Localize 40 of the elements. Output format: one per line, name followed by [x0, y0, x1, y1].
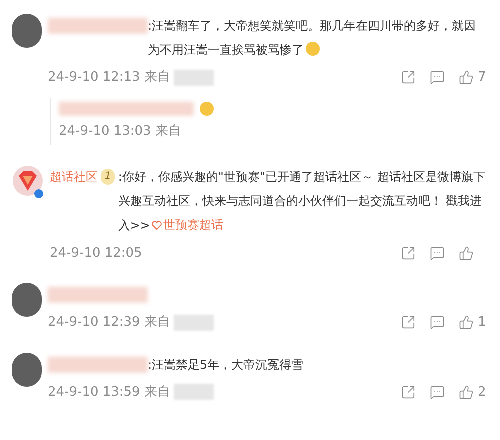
- comment-text: :你好，你感兴趣的"世预赛"已开通了超话社区～ 超话社区是微博旗下兴趣互动社区，快来与志同道合的小伙伴们一起交流互动吧！ 戳我进入>> 世预赛超话: [118, 165, 488, 238]
- like-icon[interactable]: [459, 246, 474, 261]
- like-count: 1: [478, 314, 486, 332]
- emoji-icon: [200, 102, 214, 116]
- comment-icon[interactable]: [430, 315, 445, 330]
- like-icon[interactable]: [459, 315, 474, 330]
- comment-date: 24-9-10 12:13: [48, 69, 140, 87]
- like-icon[interactable]: [459, 384, 474, 400]
- blurred-location: [174, 384, 214, 400]
- gem-logo-icon: [12, 165, 44, 199]
- comment-date: 24-9-10 12:39: [48, 314, 140, 332]
- username-link[interactable]: 超话社区: [50, 165, 98, 189]
- comment-date: 24-9-10 12:05: [50, 244, 142, 262]
- avatar-placeholder: [12, 283, 42, 317]
- blurred-location: [174, 70, 214, 86]
- blurred-location: [174, 314, 214, 331]
- avatar-placeholder: [12, 14, 42, 48]
- heart-icon: [152, 220, 162, 230]
- like-icon[interactable]: [459, 70, 474, 86]
- emoji-icon: [306, 42, 320, 56]
- like-count: 7: [478, 69, 486, 87]
- share-icon[interactable]: [401, 70, 416, 86]
- comment-icon[interactable]: [430, 70, 445, 86]
- comment-text: :汪嵩禁足5年，大帝沉冤得雪: [148, 356, 305, 374]
- share-icon[interactable]: [401, 315, 416, 330]
- source-label: 来自: [144, 69, 170, 87]
- comment-icon[interactable]: [430, 246, 445, 261]
- source-label: 来自: [144, 384, 170, 402]
- source-label: 来自: [144, 314, 170, 332]
- avatar-placeholder: [12, 352, 42, 386]
- source-label: 来自: [155, 122, 182, 140]
- comment-date: 24-9-10 13:59: [48, 384, 140, 402]
- share-icon[interactable]: [401, 246, 416, 261]
- share-icon[interactable]: [401, 384, 416, 400]
- crown-badge: 1: [101, 169, 116, 185]
- comment-text: :汪嵩翻车了，大帝想笑就笑吧。那几年在四川带的多好，就因为不用汪嵩一直挨骂被骂惨了: [148, 18, 478, 59]
- like-count: 2: [478, 384, 486, 402]
- topic-link[interactable]: 世预赛超话: [152, 213, 224, 237]
- reply-date: 24-9-10 13:03: [59, 122, 152, 140]
- comment-icon[interactable]: [430, 384, 445, 400]
